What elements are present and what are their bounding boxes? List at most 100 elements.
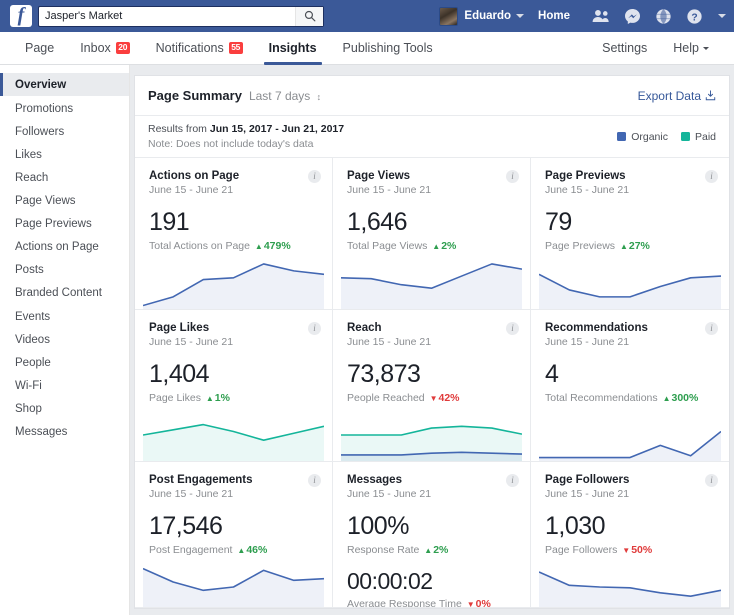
metric-card-page-previews[interactable]: iPage PreviewsJune 15 - June 2179Page Pr… bbox=[531, 158, 729, 310]
metric-value-secondary: 00:00:02 bbox=[347, 570, 516, 593]
info-icon[interactable]: i bbox=[705, 474, 718, 487]
download-icon bbox=[705, 90, 716, 101]
sidebar-item-label: Wi-Fi bbox=[15, 380, 42, 392]
metric-sparkline-chart bbox=[539, 557, 721, 607]
metric-card-reach[interactable]: iReachJune 15 - June 2173,873People Reac… bbox=[333, 310, 531, 462]
home-link[interactable]: Home bbox=[538, 10, 570, 22]
metric-delta: ▲2% bbox=[424, 544, 448, 556]
sidebar-item-promotions[interactable]: Promotions bbox=[0, 97, 129, 120]
sidebar-item-label: Overview bbox=[15, 79, 66, 91]
metric-value: 17,546 bbox=[149, 514, 318, 539]
metric-label: Total Recommendations ▲300% bbox=[545, 392, 715, 404]
sidebar-item-reach[interactable]: Reach bbox=[0, 166, 129, 189]
metric-card-page-followers[interactable]: iPage FollowersJune 15 - June 211,030Pag… bbox=[531, 462, 729, 608]
export-data-button[interactable]: Export Data bbox=[638, 89, 716, 103]
tab-notifications[interactable]: Notifications 55 bbox=[143, 32, 256, 64]
metric-date-range: June 15 - June 21 bbox=[347, 488, 516, 500]
metric-sparkline-chart bbox=[143, 557, 324, 607]
tab-insights[interactable]: Insights bbox=[256, 32, 330, 64]
sidebar-item-videos[interactable]: Videos bbox=[0, 328, 129, 351]
metric-card-messages[interactable]: iMessagesJune 15 - June 21100%Response R… bbox=[333, 462, 531, 608]
date-range-selector[interactable]: Last 7 days ↕ bbox=[249, 89, 321, 103]
account-menu-caret-icon[interactable] bbox=[718, 14, 726, 18]
sidebar-item-label: Followers bbox=[15, 126, 64, 138]
chevron-down-icon bbox=[703, 47, 709, 50]
sidebar-item-branded-content[interactable]: Branded Content bbox=[0, 281, 129, 304]
sidebar-item-people[interactable]: People bbox=[0, 351, 129, 374]
sidebar-item-page-views[interactable]: Page Views bbox=[0, 189, 129, 212]
sidebar-item-likes[interactable]: Likes bbox=[0, 143, 129, 166]
metric-date-range: June 15 - June 21 bbox=[347, 336, 516, 348]
metric-value: 191 bbox=[149, 210, 318, 235]
info-icon[interactable]: i bbox=[308, 474, 321, 487]
metric-value: 1,030 bbox=[545, 514, 715, 539]
metric-card-actions-on-page[interactable]: iActions on PageJune 15 - June 21191Tota… bbox=[135, 158, 333, 310]
topbar-right-group: Eduardo Home ? bbox=[439, 0, 726, 32]
info-icon[interactable]: i bbox=[506, 322, 519, 335]
tab-publishing-tools[interactable]: Publishing Tools bbox=[330, 32, 446, 64]
sidebar-item-posts[interactable]: Posts bbox=[0, 258, 129, 281]
metric-sparkline-chart bbox=[341, 409, 522, 461]
metric-sparkline-chart bbox=[143, 257, 324, 309]
results-range-text: Results from Jun 15, 2017 - Jun 21, 2017 bbox=[148, 122, 344, 136]
sidebar-item-actions-on-page[interactable]: Actions on Page bbox=[0, 235, 129, 258]
avatar bbox=[439, 7, 458, 26]
metric-title: Recommendations bbox=[545, 322, 715, 334]
info-icon[interactable]: i bbox=[705, 170, 718, 183]
sidebar-item-messages[interactable]: Messages bbox=[0, 420, 129, 443]
info-icon[interactable]: i bbox=[506, 170, 519, 183]
arrow-up-icon: ▲ bbox=[255, 242, 263, 251]
sidebar-item-followers[interactable]: Followers bbox=[0, 120, 129, 143]
arrow-down-icon: ▼ bbox=[430, 394, 438, 403]
page-navigation-tabs: Page Inbox 20 Notifications 55 Insights … bbox=[0, 32, 734, 65]
sidebar-item-events[interactable]: Events bbox=[0, 305, 129, 328]
messenger-icon[interactable] bbox=[625, 9, 640, 24]
metric-title: Page Followers bbox=[545, 474, 715, 486]
metric-card-page-views[interactable]: iPage ViewsJune 15 - June 211,646Total P… bbox=[333, 158, 531, 310]
metric-card-page-likes[interactable]: iPage LikesJune 15 - June 211,404Page Li… bbox=[135, 310, 333, 462]
help-menu[interactable]: Help bbox=[660, 32, 722, 64]
metric-label: Total Actions on Page ▲479% bbox=[149, 240, 318, 252]
page-body: Overview Promotions Followers Likes Reach Pag… bbox=[0, 65, 734, 615]
metric-delta: ▼50% bbox=[622, 544, 652, 556]
globe-notifications-icon[interactable] bbox=[656, 9, 671, 24]
metric-title: Page Likes bbox=[149, 322, 318, 334]
top-navigation-bar: f Eduardo Home bbox=[0, 0, 734, 32]
help-icon[interactable]: ? bbox=[687, 9, 702, 24]
sidebar-item-label: Reach bbox=[15, 172, 48, 184]
info-icon[interactable]: i bbox=[308, 322, 321, 335]
metric-card-post-engagements[interactable]: iPost EngagementsJune 15 - June 2117,546… bbox=[135, 462, 333, 608]
account-profile-link[interactable]: Eduardo bbox=[439, 7, 524, 26]
search-icon[interactable] bbox=[295, 7, 323, 26]
help-label: Help bbox=[673, 41, 699, 55]
legend-label-paid: Paid bbox=[695, 131, 716, 143]
sidebar-item-label: Branded Content bbox=[15, 287, 102, 299]
info-icon[interactable]: i bbox=[705, 322, 718, 335]
tab-inbox[interactable]: Inbox 20 bbox=[67, 32, 142, 64]
results-dates: Jun 15, 2017 - Jun 21, 2017 bbox=[210, 123, 344, 135]
metric-label: People Reached ▼42% bbox=[347, 392, 516, 404]
sidebar-item-label: Promotions bbox=[15, 103, 73, 115]
settings-link[interactable]: Settings bbox=[589, 32, 660, 64]
sidebar-item-wi-fi[interactable]: Wi-Fi bbox=[0, 374, 129, 397]
sidebar-item-overview[interactable]: Overview bbox=[0, 73, 129, 96]
legend-label-organic: Organic bbox=[631, 131, 668, 143]
friend-requests-icon[interactable] bbox=[592, 9, 609, 23]
info-icon[interactable]: i bbox=[506, 474, 519, 487]
metric-sparkline-chart bbox=[539, 257, 721, 309]
metric-card-recommendations[interactable]: iRecommendationsJune 15 - June 214Total … bbox=[531, 310, 729, 462]
tab-page[interactable]: Page bbox=[12, 32, 67, 64]
chart-legend: Organic Paid bbox=[617, 131, 716, 143]
results-prefix: Results from bbox=[148, 123, 210, 135]
search-bar[interactable] bbox=[38, 6, 324, 27]
metric-value: 79 bbox=[545, 210, 715, 235]
info-icon[interactable]: i bbox=[308, 170, 321, 183]
sidebar-item-label: Shop bbox=[15, 403, 42, 415]
sidebar-item-page-previews[interactable]: Page Previews bbox=[0, 212, 129, 235]
legend-swatch-paid bbox=[681, 132, 690, 141]
search-input[interactable] bbox=[39, 7, 295, 26]
sidebar-item-shop[interactable]: Shop bbox=[0, 397, 129, 420]
legend-item-paid: Paid bbox=[681, 131, 716, 143]
tab-page-label: Page bbox=[25, 41, 54, 55]
facebook-logo-icon[interactable]: f bbox=[10, 5, 32, 27]
